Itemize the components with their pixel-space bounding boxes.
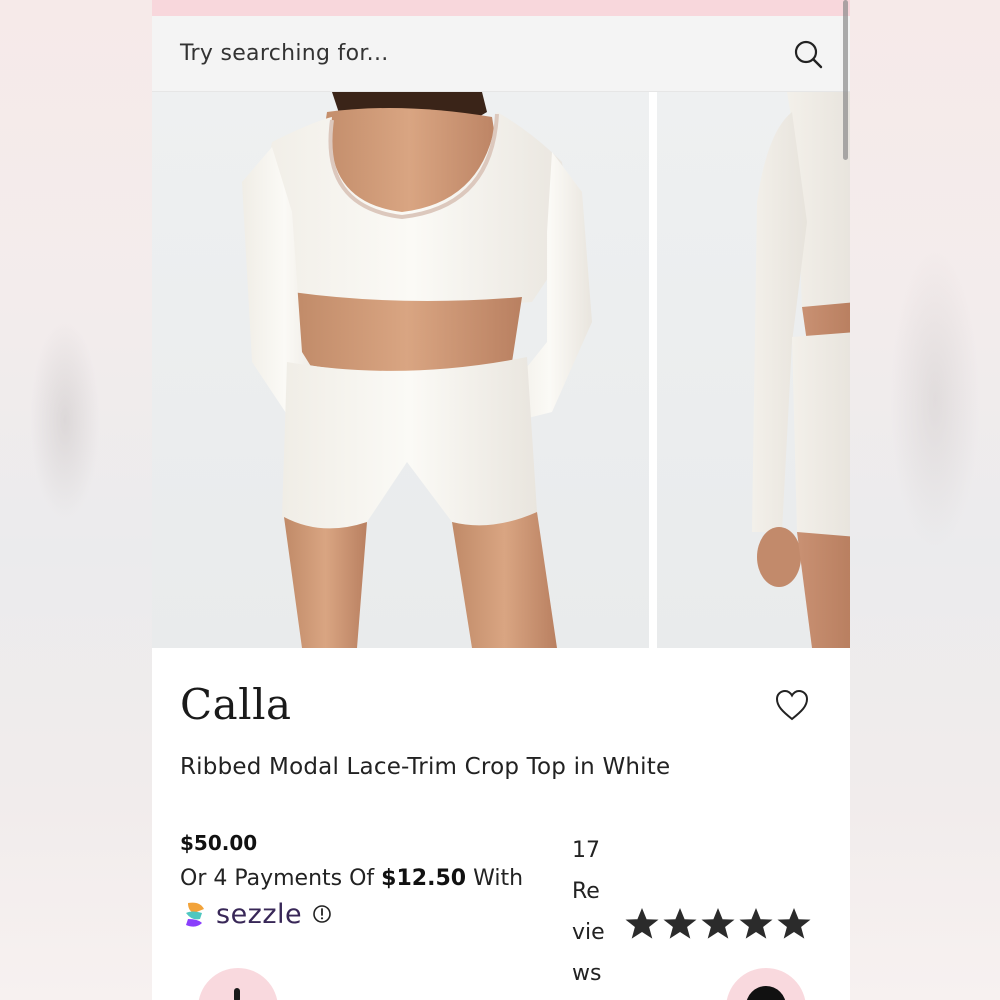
search-input[interactable]: Try searching for... xyxy=(180,41,792,66)
blurred-background-right xyxy=(850,0,1000,1000)
star-icon xyxy=(739,908,773,939)
scrollbar[interactable] xyxy=(843,0,848,160)
accessibility-icon xyxy=(234,988,240,1000)
star-icon xyxy=(701,908,735,939)
heart-icon[interactable] xyxy=(774,688,810,722)
installment-prefix: Or 4 Payments Of xyxy=(180,866,382,891)
star-icon xyxy=(663,908,697,939)
blurred-background-left xyxy=(0,0,152,1000)
product-title: Ribbed Modal Lace-Trim Crop Top in White xyxy=(180,754,671,780)
chat-icon xyxy=(746,986,786,1000)
brand-name[interactable]: Calla xyxy=(180,680,292,729)
product-price: $50.00 xyxy=(180,831,258,855)
promo-banner[interactable] xyxy=(152,0,850,16)
installment-suffix: With xyxy=(466,866,524,891)
product-page: Try searching for... Calla Ribbed Modal … xyxy=(152,0,850,1000)
installment-info: Or 4 Payments Of $12.50 With xyxy=(180,866,523,891)
product-image-front[interactable] xyxy=(152,92,649,648)
product-image-back[interactable] xyxy=(657,92,850,648)
accessibility-button[interactable] xyxy=(198,968,278,1000)
sezzle-wordmark: sezzle xyxy=(216,898,303,930)
star-rating[interactable] xyxy=(624,906,812,942)
search-bar[interactable]: Try searching for... xyxy=(152,16,850,92)
sezzle-badge[interactable]: sezzle xyxy=(180,897,332,931)
installment-amount: $12.50 xyxy=(381,866,467,891)
product-image-gallery[interactable] xyxy=(152,92,850,648)
sezzle-logo-icon xyxy=(186,902,204,927)
chat-button[interactable] xyxy=(726,968,806,1000)
review-count-link[interactable]: 17 Reviews xyxy=(572,830,612,994)
star-icon xyxy=(777,908,811,939)
info-icon[interactable] xyxy=(312,904,332,924)
star-icon xyxy=(625,908,659,939)
search-icon[interactable] xyxy=(792,38,824,70)
